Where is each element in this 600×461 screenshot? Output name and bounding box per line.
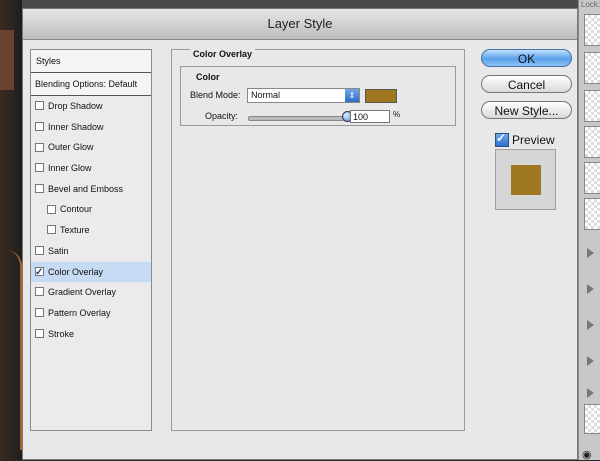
layer-thumbnail[interactable]: [584, 198, 600, 230]
style-checkbox[interactable]: [35, 163, 44, 173]
opacity-input[interactable]: 100: [350, 110, 390, 123]
preview-label: Preview: [512, 133, 555, 147]
style-item-label: Satin: [48, 245, 69, 256]
canvas-glow-stroke: [6, 250, 22, 450]
layer-thumbnail[interactable]: [584, 162, 600, 194]
cancel-button[interactable]: Cancel: [481, 75, 572, 93]
preview-checkbox[interactable]: [495, 131, 509, 147]
style-checkbox[interactable]: [35, 263, 44, 283]
new-style-button[interactable]: New Style...: [481, 101, 572, 119]
opacity-slider-track[interactable]: [248, 116, 348, 121]
layer-thumbnail[interactable]: [584, 404, 600, 434]
style-item-label: Inner Glow: [48, 163, 92, 174]
style-item-label: Drop Shadow: [48, 101, 103, 111]
color-group-title: Color: [193, 72, 223, 82]
style-item-texture[interactable]: Texture: [31, 220, 151, 241]
style-item-bevel-and-emboss[interactable]: Bevel and Emboss: [31, 179, 151, 200]
style-checkbox[interactable]: [35, 121, 44, 131]
layer-thumbnail[interactable]: [584, 126, 600, 158]
style-item-label: Pattern Overlay: [48, 307, 111, 318]
visibility-eye-icon[interactable]: ◉: [582, 448, 592, 461]
style-checkbox[interactable]: [35, 287, 44, 297]
canvas-background: [0, 0, 22, 460]
style-item-pattern-overlay[interactable]: Pattern Overlay: [31, 303, 151, 324]
app-toolbar-background: [22, 0, 578, 8]
overlay-color-swatch[interactable]: [365, 89, 397, 103]
layer-group-expand-icon[interactable]: [587, 356, 594, 366]
preview-toggle[interactable]: Preview: [495, 131, 555, 148]
color-overlay-panel: Color Overlay Color Blend Mode: Normal ⇕…: [171, 49, 465, 431]
style-checkbox[interactable]: [47, 225, 56, 235]
color-overlay-group-title: Color Overlay: [190, 49, 256, 59]
layers-panel: Lock: ◉: [578, 0, 600, 461]
ok-button[interactable]: OK: [481, 49, 572, 67]
style-item-inner-shadow[interactable]: Inner Shadow: [31, 117, 151, 138]
select-arrows-icon: ⇕: [345, 89, 359, 102]
style-item-stroke[interactable]: Stroke: [31, 324, 151, 345]
style-item-label: Outer Glow: [48, 142, 94, 153]
dialog-title: Layer Style: [23, 9, 577, 40]
style-item-satin[interactable]: Satin: [31, 241, 151, 262]
style-checkbox[interactable]: [35, 245, 44, 255]
style-item-color-overlay[interactable]: Color Overlay: [31, 261, 151, 283]
color-group: Color Blend Mode: Normal ⇕ Opacity: 100 …: [180, 66, 456, 126]
layer-group-expand-icon[interactable]: [587, 388, 594, 398]
canvas-image-area: [0, 30, 14, 90]
style-item-outer-glow[interactable]: Outer Glow: [31, 137, 151, 158]
style-item-label: Stroke: [48, 328, 75, 339]
style-checkbox[interactable]: [35, 328, 44, 338]
style-item-label: Texture: [60, 225, 90, 236]
style-item-inner-glow[interactable]: Inner Glow: [31, 158, 151, 179]
layer-group-expand-icon[interactable]: [587, 248, 594, 258]
styles-header[interactable]: Styles: [31, 50, 151, 73]
opacity-unit: %: [393, 110, 401, 119]
style-item-label: Inner Shadow: [48, 121, 104, 132]
layer-thumbnail[interactable]: [584, 90, 600, 122]
style-item-contour[interactable]: Contour: [31, 199, 151, 220]
style-item-gradient-overlay[interactable]: Gradient Overlay: [31, 282, 151, 303]
layer-thumbnail[interactable]: [584, 14, 600, 46]
layer-group-expand-icon[interactable]: [587, 284, 594, 294]
styles-list: Styles Blending Options: Default Drop Sh…: [30, 49, 152, 431]
style-checkbox[interactable]: [35, 142, 44, 152]
layers-lock-label: Lock:: [581, 0, 600, 9]
blend-mode-label: Blend Mode:: [190, 90, 241, 100]
opacity-label: Opacity:: [205, 111, 239, 121]
preview-thumbnail: [495, 149, 556, 210]
style-checkbox[interactable]: [35, 101, 44, 111]
blend-mode-select[interactable]: Normal ⇕: [247, 88, 360, 103]
style-checkbox[interactable]: [35, 308, 44, 317]
style-item-label: Gradient Overlay: [48, 287, 117, 298]
style-checkbox[interactable]: [47, 204, 56, 214]
style-items: Drop Shadow Inner Shadow Outer Glow Inner G…: [31, 96, 151, 344]
layer-thumbnail[interactable]: [584, 52, 600, 84]
style-item-label: Contour: [60, 204, 93, 215]
style-item-label: Bevel and Emboss: [48, 183, 124, 194]
blend-mode-value: Normal: [251, 90, 281, 100]
style-item-label: Color Overlay: [48, 266, 104, 277]
layer-group-expand-icon[interactable]: [587, 320, 594, 330]
blending-options-item[interactable]: Blending Options: Default: [31, 73, 151, 96]
style-checkbox[interactable]: [35, 183, 44, 193]
preview-color-swatch: [511, 165, 541, 195]
style-item-drop-shadow[interactable]: Drop Shadow: [31, 96, 151, 117]
layer-style-dialog: Layer Style Styles Blending Options: Def…: [22, 8, 578, 460]
